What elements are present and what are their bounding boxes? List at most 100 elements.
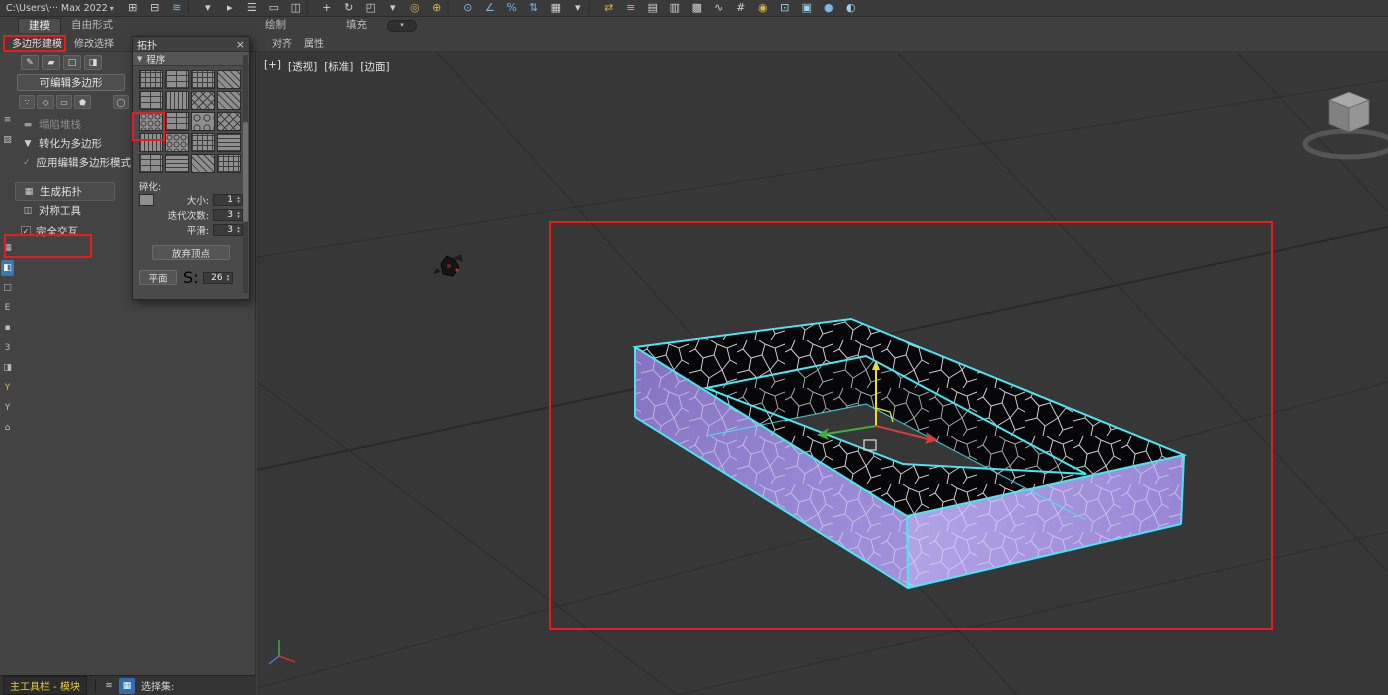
scrollbar-thumb[interactable] (243, 121, 248, 222)
s-spinner[interactable]: 26 ▴ ▾ (202, 271, 233, 284)
panel-tab-align[interactable]: 对齐 (266, 33, 298, 52)
topology-pattern-tile-6[interactable] (165, 91, 189, 110)
topology-panel-titlebar[interactable]: 拓扑 × (133, 37, 249, 52)
bind-to-space-warp-icon[interactable]: ≋ (166, 0, 188, 16)
reference-coordinate-dropdown-icon[interactable]: ▾ (382, 0, 404, 16)
viewport-pov-menu[interactable]: [透视] (288, 59, 317, 74)
tab-freeform[interactable]: 自由形式 (61, 18, 123, 33)
panel-tab-modify-selection[interactable]: 修改选择 (68, 33, 120, 52)
viewcube-ring[interactable] (1302, 128, 1388, 160)
polygon-mode-button[interactable]: ⬟ (74, 95, 91, 109)
render-production-icon[interactable]: ● (818, 0, 840, 16)
unlink-selection-icon[interactable]: ⊟ (144, 0, 166, 16)
topology-scrollbar[interactable] (243, 55, 248, 293)
topology-pattern-tile-15[interactable] (191, 133, 215, 152)
snaps-toggle-icon[interactable]: ⊙ (457, 0, 479, 16)
grid-display-icon[interactable]: ▦ (1, 240, 14, 256)
select-region-icon[interactable]: ▭ (263, 0, 285, 16)
border-mode-button[interactable]: ▭ (55, 95, 73, 109)
vertex-mode-button[interactable]: ∵ (19, 95, 36, 109)
topology-pattern-tile-13[interactable] (139, 133, 163, 152)
discard-vertices-button[interactable]: 放弃顶点 (152, 245, 230, 260)
active-tool-icon[interactable]: ◧ (1, 260, 14, 276)
toolbar-separator[interactable]: ▏ (589, 0, 598, 16)
topology-pattern-tile-2[interactable] (165, 70, 189, 89)
topology-pattern-tile-11[interactable] (191, 112, 215, 131)
topology-pattern-tile-8[interactable] (217, 91, 241, 110)
eraser-icon[interactable]: ▨ (1, 132, 14, 148)
spinner-arrows-icon[interactable]: ▴ ▾ (235, 210, 242, 219)
angle-snap-icon[interactable]: ∠ (479, 0, 501, 16)
generate-topology-item[interactable]: ▦ 生成拓扑 (15, 182, 115, 201)
use-pivot-center-icon[interactable]: ◎ (404, 0, 426, 16)
spinner-snap-icon[interactable]: ⇅ (523, 0, 545, 16)
scene-explorer-icon[interactable]: ▥ (664, 0, 686, 16)
panel-tab-properties[interactable]: 属性 (298, 33, 330, 52)
home-icon[interactable]: ⌂ (1, 420, 14, 436)
topology-pattern-tile-5[interactable] (139, 91, 163, 110)
select-and-link-icon[interactable]: ⊞ (122, 0, 144, 16)
full-interactivity-checkbox[interactable]: ✓ 完全交互 (15, 222, 131, 240)
named-sets-dropdown-icon[interactable]: ▾ (567, 0, 589, 16)
size-spinner[interactable]: 1 ▴ ▾ (213, 193, 243, 206)
edge-mode-button[interactable]: ◇ (37, 95, 54, 109)
schematic-view-icon[interactable]: # (730, 0, 752, 16)
tab-populate[interactable]: 填充 (336, 18, 377, 33)
viewport-canvas[interactable] (257, 52, 1388, 695)
apply-edit-poly-item[interactable]: ✓ 应用编辑多边形模式 (15, 153, 131, 172)
marker-tool-button[interactable]: ▰ (42, 55, 60, 70)
tab-modeling[interactable]: 建模 (18, 18, 61, 33)
editable-poly-dropdown[interactable]: 可编辑多边形 (17, 74, 125, 91)
toolbar-separator[interactable]: ▏ (307, 0, 316, 16)
render-setup-icon[interactable]: ⊡ (774, 0, 796, 16)
filter-icon[interactable]: Y (1, 380, 14, 396)
align-icon[interactable]: ≡ (620, 0, 642, 16)
select-and-rotate-icon[interactable]: ↻ (338, 0, 360, 16)
topology-pattern-tile-16[interactable] (217, 133, 241, 152)
topology-pattern-tile-3[interactable] (191, 70, 215, 89)
layer-explorer-icon[interactable]: ▤ (642, 0, 664, 16)
select-and-scale-icon[interactable]: ◰ (360, 0, 382, 16)
select-and-manipulate-icon[interactable]: ⊕ (426, 0, 448, 16)
toolbar-separator[interactable]: ▏ (188, 0, 197, 16)
topology-pattern-tile-17[interactable] (139, 154, 163, 173)
voronoi-wall-model[interactable] (632, 317, 1188, 590)
collapse-stack-item[interactable]: ▬ 塌陷堆栈 (15, 115, 131, 134)
topology-pattern-tile-4[interactable] (217, 70, 241, 89)
iterations-spinner[interactable]: 3 ▴ ▾ (213, 208, 243, 221)
perspective-viewport[interactable]: [+] [透视] [标准] [边面] (257, 52, 1388, 695)
selection-filter-dropdown-icon[interactable]: ▾ (197, 0, 219, 16)
plane-button[interactable]: 平面 (139, 270, 177, 285)
element-e-icon[interactable]: E (1, 300, 14, 316)
window-crossing-icon[interactable]: ◫ (285, 0, 307, 16)
smooth-spinner[interactable]: 3 ▴ ▾ (213, 223, 243, 236)
select-by-name-icon[interactable]: ☰ (241, 0, 263, 16)
topology-pattern-tile-1[interactable] (139, 70, 163, 89)
notes-list-icon[interactable]: ≡ (1, 112, 14, 128)
material-editor-icon[interactable]: ◉ (752, 0, 774, 16)
ribbon-options-button[interactable]: ▾ (387, 19, 417, 32)
element-mode-button[interactable]: ◯ (112, 95, 130, 109)
rendered-frame-icon[interactable]: ▣ (796, 0, 818, 16)
numeric-3-icon[interactable]: 3 (1, 340, 14, 356)
curve-editor-icon[interactable]: ∿ (708, 0, 730, 16)
viewport-general-menu[interactable]: [+] (264, 59, 281, 74)
spinner-arrows-icon[interactable]: ▴ ▾ (235, 225, 242, 234)
spinner-arrows-icon[interactable]: ▴ ▾ (225, 273, 232, 282)
file-path[interactable]: C:\Users\··· Max 2022 (0, 3, 110, 14)
render-iterative-icon[interactable]: ◐ (840, 0, 862, 16)
topology-pattern-tile-7[interactable] (191, 91, 215, 110)
square-tool-icon[interactable]: □ (1, 280, 14, 296)
toolbar-separator[interactable]: ▏ (448, 0, 457, 16)
convert-to-poly-item[interactable]: ▼ 转化为多边形 (15, 134, 131, 153)
solid-square-icon[interactable]: ▪ (1, 320, 14, 336)
half-swatch-button[interactable]: ◨ (84, 55, 102, 70)
filter-secondary-icon[interactable]: Y (1, 400, 14, 416)
viewport-shading-menu[interactable]: [边面] (360, 59, 389, 74)
viewport-standard-menu[interactable]: [标准] (324, 59, 353, 74)
view-cube[interactable] (1302, 91, 1388, 160)
close-icon[interactable]: × (236, 39, 245, 50)
debris-object[interactable] (433, 254, 463, 277)
module-grid-icon[interactable]: ▦ (118, 677, 135, 694)
percent-snap-icon[interactable]: % (501, 0, 523, 16)
